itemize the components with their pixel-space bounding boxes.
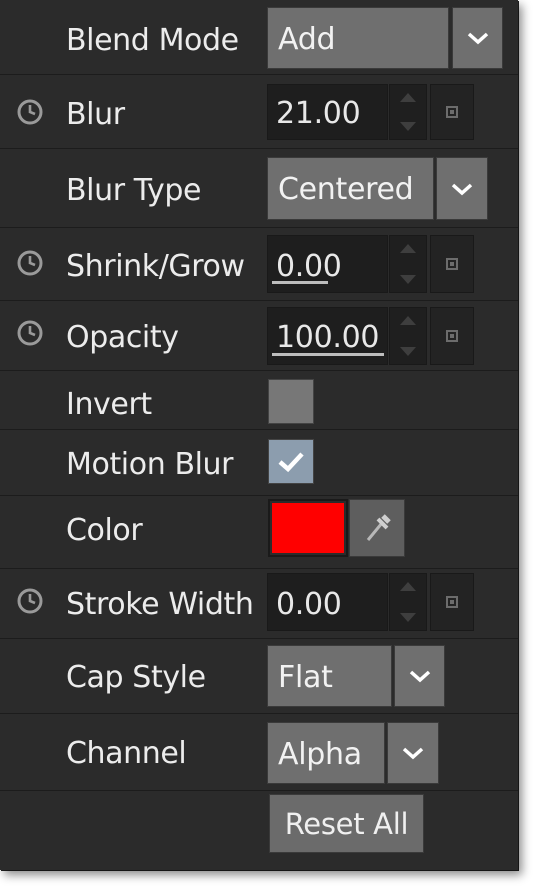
keyframe-clock-icon[interactable]: [15, 586, 45, 616]
spin-down-icon: [400, 347, 416, 356]
spin-up-icon: [400, 316, 416, 325]
row-cap-style: Cap Style Flat: [0, 639, 518, 714]
eyedropper-icon: [366, 514, 391, 541]
invert-checkbox[interactable]: [268, 379, 314, 424]
stroke-width-keyframe-button[interactable]: [430, 573, 474, 631]
spin-down-icon: [400, 613, 416, 622]
blur-value: 21.00: [276, 96, 361, 131]
cap-style-value: Flat: [278, 660, 333, 695]
opacity-input[interactable]: 100.00: [267, 307, 388, 365]
row-stroke-width: Stroke Width 0.00: [0, 569, 518, 639]
opacity-value: 100.00: [276, 320, 380, 355]
keyframe-icon: [446, 258, 458, 270]
value-underline: [272, 281, 328, 284]
eyedropper-button[interactable]: [349, 499, 405, 557]
shrink-grow-label: Shrink/Grow: [66, 249, 245, 284]
spin-up-icon: [400, 244, 416, 253]
spin-down-icon: [400, 122, 416, 131]
chevron-down-icon: [409, 670, 430, 683]
keyframe-icon: [446, 106, 458, 118]
keyframe-clock-icon[interactable]: [15, 318, 45, 348]
blend-mode-dropdown-button[interactable]: [452, 7, 503, 69]
blend-mode-value: Add: [278, 22, 336, 57]
row-blend-mode: Blend Mode Add: [0, 0, 518, 75]
shrink-grow-spinner[interactable]: [389, 235, 427, 293]
row-color: Color: [0, 496, 518, 569]
stroke-width-label: Stroke Width: [66, 587, 254, 622]
cap-style-dropdown-button[interactable]: [394, 645, 445, 707]
shrink-grow-value: 0.00: [276, 249, 342, 284]
stroke-width-input[interactable]: 0.00: [267, 573, 388, 631]
blur-label: Blur: [66, 97, 125, 132]
keyframe-clock-icon[interactable]: [15, 97, 45, 127]
blur-input[interactable]: 21.00: [267, 84, 388, 140]
reset-all-button[interactable]: Reset All: [269, 794, 424, 853]
shrink-grow-input[interactable]: 0.00: [267, 235, 388, 293]
blur-type-value: Centered: [278, 172, 414, 207]
blend-mode-label: Blend Mode: [66, 23, 239, 58]
color-swatch[interactable]: [272, 503, 344, 553]
blur-spinner[interactable]: [389, 84, 427, 140]
cap-style-dropdown[interactable]: Flat: [267, 645, 392, 707]
row-blur-type: Blur Type Centered: [0, 149, 518, 228]
opacity-keyframe-button[interactable]: [430, 307, 474, 365]
chevron-down-icon: [402, 747, 424, 760]
opacity-spinner[interactable]: [389, 307, 427, 365]
invert-label: Invert: [66, 387, 152, 422]
channel-value: Alpha: [278, 737, 362, 772]
channel-label: Channel: [66, 736, 187, 771]
stroke-width-value: 0.00: [276, 587, 342, 622]
spin-up-icon: [400, 93, 416, 102]
shrink-grow-keyframe-button[interactable]: [430, 235, 474, 293]
keyframe-clock-icon[interactable]: [15, 248, 45, 278]
motion-blur-checkbox[interactable]: [268, 439, 314, 484]
reset-all-label: Reset All: [284, 807, 409, 841]
motion-blur-label: Motion Blur: [66, 447, 234, 482]
blur-type-label: Blur Type: [66, 173, 202, 208]
spin-up-icon: [400, 582, 416, 591]
value-underline: [272, 353, 384, 356]
channel-dropdown[interactable]: Alpha: [267, 722, 385, 784]
blur-keyframe-button[interactable]: [430, 84, 474, 140]
blur-type-dropdown[interactable]: Centered: [267, 157, 434, 220]
blur-type-dropdown-button[interactable]: [436, 157, 488, 220]
color-swatch-frame[interactable]: [268, 499, 348, 557]
row-channel: Channel Alpha: [0, 714, 518, 791]
stroke-width-spinner[interactable]: [389, 573, 427, 631]
opacity-label: Opacity: [66, 320, 179, 355]
row-blur: Blur 21.00: [0, 75, 518, 149]
keyframe-icon: [446, 596, 458, 608]
checkmark-icon: [278, 452, 304, 473]
row-motion-blur: Motion Blur: [0, 430, 518, 496]
cap-style-label: Cap Style: [66, 660, 206, 695]
keyframe-icon: [446, 330, 458, 342]
effect-properties-panel: Blend Mode Add Blur 21.00 Blur Type Cent…: [0, 0, 518, 870]
color-label: Color: [66, 513, 143, 548]
row-opacity: Opacity 100.00: [0, 301, 518, 371]
blend-mode-dropdown[interactable]: Add: [267, 7, 449, 69]
row-shrink-grow: Shrink/Grow 0.00: [0, 228, 518, 301]
row-invert: Invert: [0, 371, 518, 430]
chevron-down-icon: [467, 32, 488, 45]
chevron-down-icon: [451, 183, 473, 195]
channel-dropdown-button[interactable]: [387, 722, 439, 784]
spin-down-icon: [400, 275, 416, 284]
